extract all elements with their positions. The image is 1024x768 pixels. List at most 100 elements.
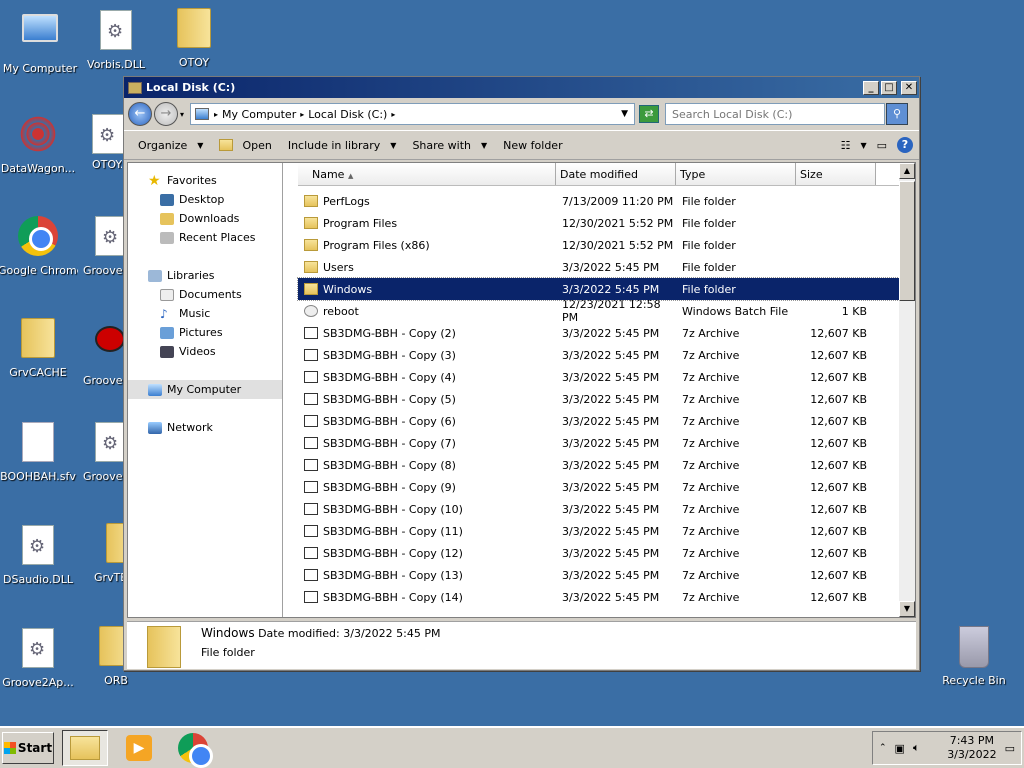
- network-tray-icon[interactable]: ▣: [895, 742, 905, 755]
- scroll-down-icon[interactable]: ▼: [899, 601, 915, 617]
- file-row[interactable]: SB3DMG-BBH - Copy (2) 3/3/2022 5:45 PM 7z …: [298, 322, 901, 344]
- nav-music[interactable]: ♪ Music: [128, 304, 282, 323]
- search-input[interactable]: [665, 103, 886, 125]
- back-button[interactable]: ←: [128, 102, 152, 126]
- nav-my-computer[interactable]: My Computer: [128, 380, 282, 399]
- file-row[interactable]: SB3DMG-BBH - Copy (14) 3/3/2022 5:45 PM 7z…: [298, 586, 901, 608]
- vertical-scrollbar[interactable]: ▲ ▼: [899, 163, 915, 617]
- breadcrumb-my-computer[interactable]: My Computer: [222, 108, 296, 121]
- desktop-icon-boohbah[interactable]: BOOHBAH.sfv: [0, 422, 78, 483]
- volume-icon[interactable]: 🔈︎: [913, 741, 920, 755]
- desktop-icon-dsaudio[interactable]: DSaudio.DLL: [0, 525, 78, 586]
- scroll-up-icon[interactable]: ▲: [899, 163, 915, 179]
- file-row[interactable]: Program Files 12/30/2021 5:52 PM File fold…: [298, 212, 901, 234]
- file-row[interactable]: reboot 12/23/2021 12:58 PM Windows Batch F…: [298, 298, 901, 324]
- desktop-icon-datawagon[interactable]: DataWagon...: [0, 114, 78, 175]
- desktop-icon-groove2[interactable]: GrooveF: [80, 318, 125, 387]
- organize-button[interactable]: Organize ▼: [138, 139, 203, 152]
- desktop-icon-otoy[interactable]: OTOY: [154, 8, 234, 69]
- folder-large-icon: [147, 626, 181, 668]
- minimize-button[interactable]: _: [863, 80, 879, 95]
- file-row[interactable]: SB3DMG-BBH - Copy (7) 3/3/2022 5:45 PM 7z …: [298, 432, 901, 454]
- nav-recent-places[interactable]: Recent Places: [128, 228, 282, 247]
- taskbar-media-player-button[interactable]: ▶: [116, 730, 162, 766]
- scroll-thumb[interactable]: [899, 181, 915, 301]
- desktop-icon-recycle-bin[interactable]: Recycle Bin: [934, 626, 1014, 687]
- taskbar-explorer-button[interactable]: [62, 730, 108, 766]
- file-row[interactable]: SB3DMG-BBH - Copy (11) 3/3/2022 5:45 PM 7z…: [298, 520, 901, 542]
- help-icon[interactable]: ?: [897, 137, 913, 153]
- start-button[interactable]: Start: [2, 732, 54, 764]
- file-row[interactable]: SB3DMG-BBH - Copy (12) 3/3/2022 5:45 PM 7z…: [298, 542, 901, 564]
- recent-pages-dropdown[interactable]: ▾: [180, 110, 184, 119]
- desktop-icon-groove2ap[interactable]: Groove2Ap...: [0, 628, 78, 689]
- chrome-icon: [178, 733, 213, 768]
- view-options-icon[interactable]: ☷: [841, 139, 851, 152]
- desktop-icon-grvte[interactable]: GrvTE: [80, 523, 136, 584]
- file-row[interactable]: SB3DMG-BBH - Copy (10) 3/3/2022 5:45 PM 7z…: [298, 498, 901, 520]
- desktop-icon-otoy2[interactable]: OTOY...: [76, 114, 124, 171]
- file-row[interactable]: Windows 3/3/2022 5:45 PM File folder: [297, 277, 902, 301]
- nav-documents[interactable]: Documents: [128, 285, 282, 304]
- preview-pane-icon[interactable]: ▭: [877, 139, 887, 152]
- file-size: 12,607 KB: [810, 414, 867, 428]
- file-size: 12,607 KB: [810, 458, 867, 472]
- column-header-size[interactable]: Size: [796, 163, 876, 185]
- file-row[interactable]: Program Files (x86) 12/30/2021 5:52 PM Fil…: [298, 234, 901, 256]
- file-row[interactable]: SB3DMG-BBH - Copy (4) 3/3/2022 5:45 PM 7z …: [298, 366, 901, 388]
- column-header-date[interactable]: Date modified: [556, 163, 676, 185]
- nav-videos[interactable]: Videos: [128, 342, 282, 361]
- action-center-icon[interactable]: ▭: [1005, 742, 1015, 755]
- explorer-window: Local Disk (C:) _ □ ✕ ← → ▾ ▸ My Compute…: [123, 76, 920, 671]
- title-bar[interactable]: Local Disk (C:) _ □ ✕: [124, 77, 919, 98]
- share-with-button[interactable]: Share with ▼: [412, 139, 487, 152]
- nav-libraries[interactable]: Libraries: [128, 266, 282, 285]
- file-row[interactable]: SB3DMG-BBH - Copy (13) 3/3/2022 5:45 PM 7z…: [298, 564, 901, 586]
- file-row[interactable]: Users 3/3/2022 5:45 PM File folder: [298, 256, 901, 278]
- column-header-type[interactable]: Type: [676, 163, 796, 185]
- file-size: 12,607 KB: [810, 392, 867, 406]
- include-in-library-button[interactable]: Include in library ▼: [288, 139, 397, 152]
- file-row[interactable]: PerfLogs 7/13/2009 11:20 PM File folder: [298, 190, 901, 212]
- desktop-icon-groove1[interactable]: GrooveF: [80, 216, 125, 277]
- file-row[interactable]: SB3DMG-BBH - Copy (8) 3/3/2022 5:45 PM 7z …: [298, 454, 901, 476]
- batch-file-icon: [304, 305, 318, 317]
- nav-favorites[interactable]: ★ Favorites: [128, 171, 282, 190]
- dll-file-icon: [22, 628, 54, 668]
- breadcrumb-local-disk[interactable]: Local Disk (C:): [308, 108, 387, 121]
- column-header-name[interactable]: Name ▲: [298, 163, 556, 185]
- close-button[interactable]: ✕: [901, 80, 917, 95]
- desktop-icon-chrome[interactable]: Google Chrome: [0, 216, 78, 277]
- refresh-icon[interactable]: ⇄: [639, 105, 660, 123]
- maximize-button[interactable]: □: [881, 80, 897, 95]
- file-date: 3/3/2022 5:45 PM: [562, 458, 660, 472]
- desktop-icon-vorbis[interactable]: Vorbis.DLL: [76, 10, 156, 71]
- file-row[interactable]: SB3DMG-BBH - Copy (3) 3/3/2022 5:45 PM 7z …: [298, 344, 901, 366]
- search-icon[interactable]: ⚲: [886, 103, 909, 125]
- file-name: SB3DMG-BBH - Copy (3): [323, 348, 456, 362]
- nav-network[interactable]: Network: [128, 418, 282, 437]
- breadcrumb-arrow-icon[interactable]: ▸: [300, 110, 304, 119]
- taskbar-chrome-button[interactable]: [170, 730, 216, 768]
- file-name: SB3DMG-BBH - Copy (2): [323, 326, 456, 340]
- breadcrumb-arrow-icon[interactable]: ▸: [214, 110, 218, 119]
- address-field[interactable]: ▸ My Computer ▸ Local Disk (C:) ▸ ▼: [190, 103, 636, 125]
- file-row[interactable]: SB3DMG-BBH - Copy (9) 3/3/2022 5:45 PM 7z …: [298, 476, 901, 498]
- nav-downloads[interactable]: Downloads: [128, 209, 282, 228]
- nav-pictures[interactable]: Pictures: [128, 323, 282, 342]
- forward-button[interactable]: →: [154, 102, 178, 126]
- view-dropdown-icon[interactable]: ▼: [860, 141, 866, 150]
- clock[interactable]: 7:43 PM 3/3/2022: [947, 734, 996, 762]
- file-row[interactable]: SB3DMG-BBH - Copy (6) 3/3/2022 5:45 PM 7z …: [298, 410, 901, 432]
- nav-desktop[interactable]: Desktop: [128, 190, 282, 209]
- file-row[interactable]: SB3DMG-BBH - Copy (5) 3/3/2022 5:45 PM 7z …: [298, 388, 901, 410]
- desktop-icon-my-computer[interactable]: My Computer: [0, 10, 80, 75]
- address-dropdown-icon[interactable]: ▼: [621, 109, 628, 119]
- open-button[interactable]: Open: [219, 139, 272, 152]
- desktop-icon-grvcache[interactable]: GrvCACHE: [0, 318, 78, 379]
- desktop-icon-groovem[interactable]: GrooveM: [80, 422, 125, 483]
- new-folder-button[interactable]: New folder: [503, 139, 562, 152]
- breadcrumb-arrow-icon[interactable]: ▸: [391, 110, 395, 119]
- show-hidden-icons-icon[interactable]: ⌃: [879, 743, 887, 753]
- bug-icon: [95, 326, 125, 352]
